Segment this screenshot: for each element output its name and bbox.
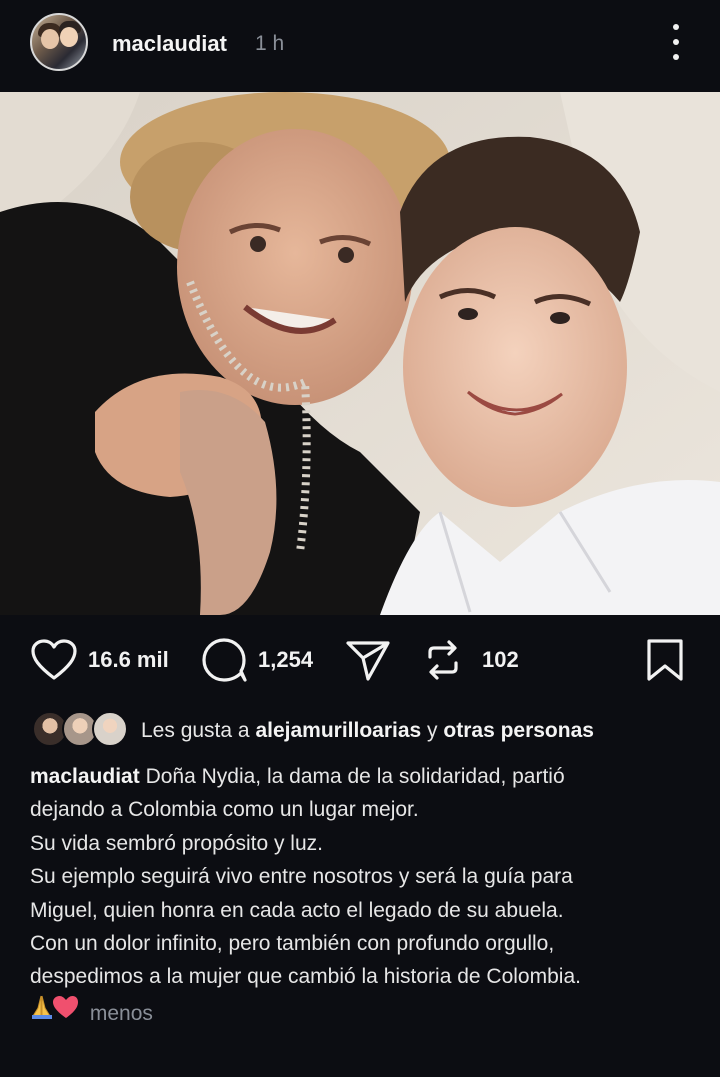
caption-line-6: Con un dolor infinito, pero también con … <box>30 932 555 956</box>
heart-emoji <box>53 995 78 1018</box>
caption-footer: menos <box>30 994 705 1027</box>
caption-line-7: despedimos a la mujer que cambió la hist… <box>30 965 581 989</box>
liked-by-others[interactable]: otras personas <box>443 719 594 742</box>
repost-count[interactable]: 102 <box>482 647 519 673</box>
heart-icon[interactable] <box>30 638 78 682</box>
post-caption: maclaudiat Doña Nydia, la dama de la sol… <box>30 760 705 1027</box>
liked-by-connector: y <box>427 719 438 742</box>
avatar[interactable] <box>30 13 88 71</box>
save-action[interactable] <box>645 635 685 685</box>
post-username[interactable]: maclaudiat <box>112 31 227 57</box>
liked-avatar-3 <box>92 711 128 747</box>
like-action[interactable]: 16.6 mil <box>30 635 169 685</box>
caption-line-1: maclaudiat Doña Nydia, la dama de la sol… <box>30 760 705 793</box>
liked-by-user[interactable]: alejamurilloarias <box>255 719 421 742</box>
caption-text-1: Doña Nydia, la dama de la solidaridad, p… <box>145 765 565 788</box>
caption-line-4: Su ejemplo seguirá vivo entre nosotros y… <box>30 865 573 889</box>
share-action[interactable] <box>345 635 391 685</box>
repost-icon[interactable] <box>420 637 466 683</box>
liked-by-prefix: Les gusta a <box>141 719 250 742</box>
less-button[interactable]: menos <box>90 1002 153 1025</box>
action-bar: 16.6 mil 1,254 102 <box>0 615 720 705</box>
caption-emojis <box>32 995 78 1019</box>
comment-icon[interactable] <box>200 637 248 683</box>
comment-count[interactable]: 1,254 <box>258 647 313 673</box>
comment-action[interactable]: 1,254 <box>200 635 313 685</box>
caption-line-2: dejando a Colombia como un lugar mejor. <box>30 798 419 822</box>
bookmark-icon[interactable] <box>645 638 685 682</box>
pray-emoji <box>32 995 52 1019</box>
caption-line-3: Su vida sembró propósito y luz. <box>30 831 323 855</box>
caption-username[interactable]: maclaudiat <box>30 765 140 788</box>
share-icon[interactable] <box>345 638 391 682</box>
avatar-face-right <box>60 27 78 47</box>
liked-by-text: Les gusta a alejamurilloarias y otras pe… <box>141 719 594 743</box>
liked-by-avatars[interactable] <box>32 711 128 749</box>
liked-by-row[interactable]: Les gusta a alejamurilloarias y otras pe… <box>30 708 710 752</box>
post-time: 1 h <box>255 32 285 55</box>
post-photo[interactable] <box>0 92 720 615</box>
caption-line-5: Miguel, quien honra en cada acto el lega… <box>30 898 564 922</box>
post-header: maclaudiat 1 h <box>0 0 720 92</box>
avatar-face-left <box>41 29 59 49</box>
repost-action[interactable]: 102 <box>420 635 519 685</box>
photo-illustration <box>0 92 720 615</box>
more-vertical-icon[interactable] <box>664 24 688 60</box>
like-count[interactable]: 16.6 mil <box>88 647 169 673</box>
